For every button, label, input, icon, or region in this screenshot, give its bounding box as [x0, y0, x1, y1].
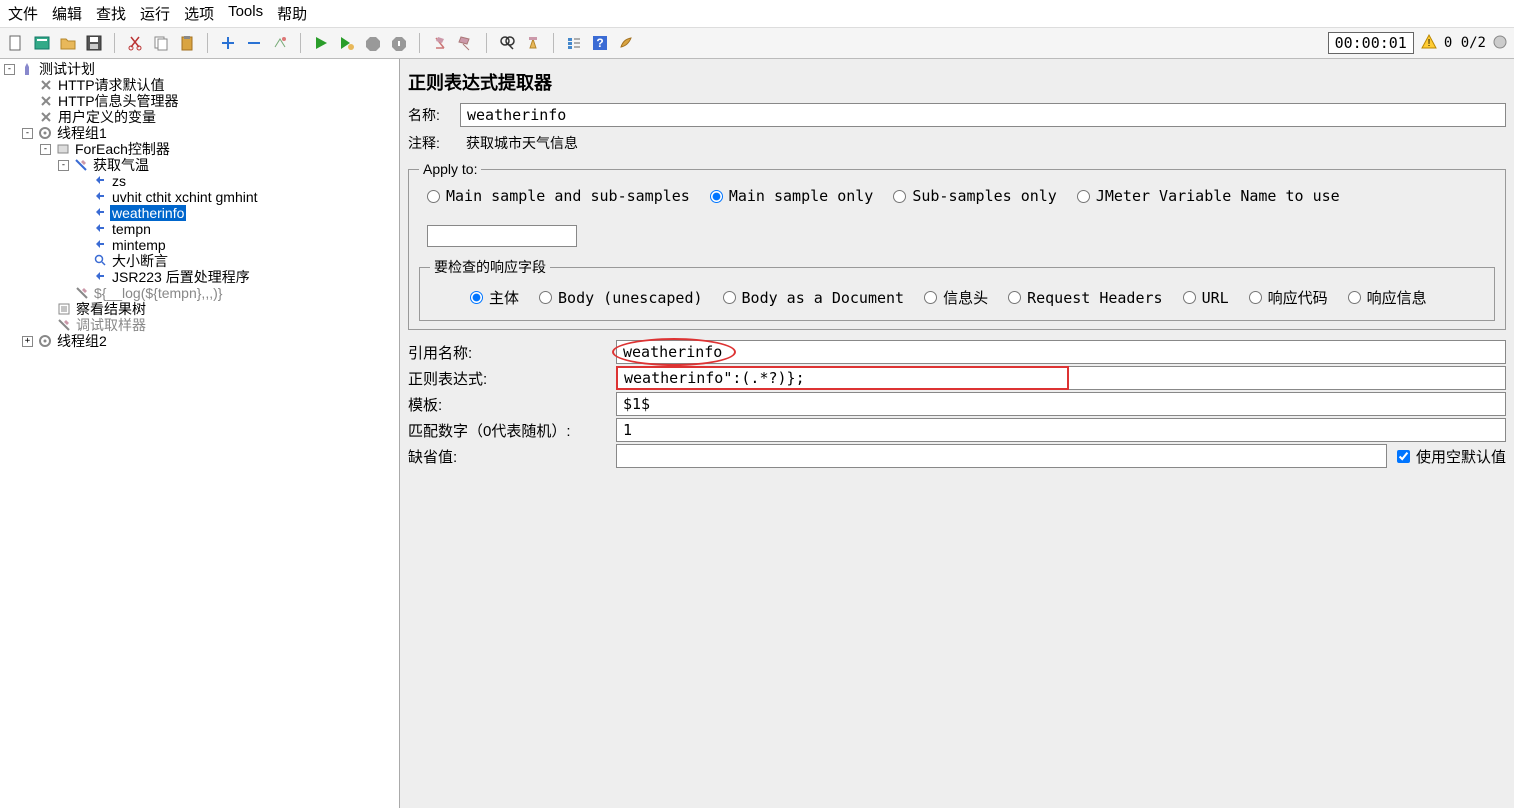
panel-title: 正则表达式提取器	[408, 69, 1506, 95]
copy-icon[interactable]	[151, 33, 171, 53]
template-input[interactable]	[616, 392, 1506, 416]
running-indicator-icon	[1492, 34, 1508, 53]
tree-test-plan[interactable]: 测试计划	[37, 61, 97, 77]
save-icon[interactable]	[84, 33, 104, 53]
clear-all-icon[interactable]	[456, 33, 476, 53]
shutdown-icon[interactable]	[389, 33, 409, 53]
tree-jsr223[interactable]: JSR223 后置处理程序	[110, 269, 252, 285]
menu-tools[interactable]: Tools	[228, 3, 263, 24]
template-label: 模板:	[408, 394, 616, 415]
tree-log-expr[interactable]: ${__log(${tempn},,,)}	[92, 285, 224, 301]
response-field-legend: 要检查的响应字段	[430, 257, 550, 277]
paste-icon[interactable]	[177, 33, 197, 53]
elapsed-timer: 00:00:01	[1328, 32, 1414, 54]
field-body-document[interactable]: Body as a Document	[723, 289, 905, 307]
search-icon[interactable]	[497, 33, 517, 53]
menu-run[interactable]: 运行	[140, 3, 170, 24]
match-no-input[interactable]	[616, 418, 1506, 442]
apply-to-fieldset: Apply to: Main sample and sub-samples Ma…	[408, 161, 1506, 330]
regex-extractor-panel: 正则表达式提取器 名称: 注释: 获取城市天气信息 Apply to: Main…	[400, 59, 1514, 808]
expand-icon[interactable]	[218, 33, 238, 53]
new-file-icon[interactable]	[6, 33, 26, 53]
tree-http-header-mgr[interactable]: HTTP信息头管理器	[56, 93, 181, 109]
tree-weatherinfo[interactable]: weatherinfo	[110, 205, 186, 221]
collapse-toggle[interactable]: -	[40, 144, 51, 155]
match-no-label: 匹配数字（0代表随机）:	[408, 420, 616, 441]
menu-file[interactable]: 文件	[8, 3, 38, 24]
start-icon[interactable]	[311, 33, 331, 53]
collapse-toggle[interactable]: -	[4, 64, 15, 75]
jmeter-var-name-input[interactable]	[427, 225, 577, 247]
menu-help[interactable]: 帮助	[277, 3, 307, 24]
svg-text:!: !	[1427, 38, 1430, 49]
field-body[interactable]: 主体	[470, 287, 519, 308]
field-headers[interactable]: 信息头	[924, 287, 988, 308]
regex-input[interactable]	[616, 366, 1069, 390]
help-icon[interactable]: ?	[590, 33, 610, 53]
menu-search[interactable]: 查找	[96, 3, 126, 24]
regex-label: 正则表达式:	[408, 368, 616, 389]
collapse-toggle[interactable]: -	[58, 160, 69, 171]
toolbar: ? 00:00:01 ! 0 0/2	[0, 27, 1514, 59]
response-field-fieldset: 要检查的响应字段 主体 Body (unescaped) Body as a D…	[419, 257, 1495, 321]
clear-icon[interactable]	[430, 33, 450, 53]
tree-thread-group-2[interactable]: 线程组2	[55, 333, 109, 349]
apply-main-only[interactable]: Main sample only	[710, 187, 874, 205]
expand-toggle[interactable]: +	[22, 336, 33, 347]
jmeter-icon[interactable]	[616, 33, 636, 53]
menu-options[interactable]: 选项	[184, 3, 214, 24]
ref-name-label: 引用名称:	[408, 342, 616, 363]
tree-foreach[interactable]: ForEach控制器	[73, 141, 172, 157]
name-label: 名称:	[408, 105, 460, 125]
apply-jmeter-var[interactable]: JMeter Variable Name to use	[1077, 187, 1340, 205]
menu-edit[interactable]: 编辑	[52, 3, 82, 24]
field-body-unescaped[interactable]: Body (unescaped)	[539, 289, 703, 307]
tree-mintemp[interactable]: mintemp	[110, 237, 168, 253]
tree-user-vars[interactable]: 用户定义的变量	[56, 109, 158, 125]
open-icon[interactable]	[58, 33, 78, 53]
toggle-icon[interactable]	[270, 33, 290, 53]
field-request-headers[interactable]: Request Headers	[1008, 289, 1162, 307]
start-no-timers-icon[interactable]	[337, 33, 357, 53]
apply-sub-only[interactable]: Sub-samples only	[893, 187, 1057, 205]
comment-label: 注释:	[408, 133, 460, 153]
reset-search-icon[interactable]	[523, 33, 543, 53]
tree-debug-sampler[interactable]: 调试取样器	[74, 317, 148, 333]
tree-uvhit[interactable]: uvhit cthit xchint gmhint	[110, 189, 260, 205]
tree-tempn[interactable]: tempn	[110, 221, 153, 237]
default-value-input[interactable]	[616, 444, 1387, 468]
test-plan-tree[interactable]: -测试计划 HTTP请求默认值 HTTP信息头管理器 用户定义的变量 -线程组1…	[0, 59, 400, 808]
function-helper-icon[interactable]	[564, 33, 584, 53]
tree-zs[interactable]: zs	[110, 173, 128, 189]
comment-value[interactable]: 获取城市天气信息	[460, 131, 1506, 155]
tree-http-defaults[interactable]: HTTP请求默认值	[56, 77, 167, 93]
stop-icon[interactable]	[363, 33, 383, 53]
use-empty-default-checkbox[interactable]	[1397, 450, 1410, 463]
cut-icon[interactable]	[125, 33, 145, 53]
tree-get-temp[interactable]: 获取气温	[91, 157, 151, 173]
warning-icon[interactable]: !	[1420, 33, 1438, 54]
field-response-msg[interactable]: 响应信息	[1348, 287, 1427, 308]
svg-text:?: ?	[596, 36, 603, 50]
menubar: 文件 编辑 查找 运行 选项 Tools 帮助	[0, 0, 1514, 27]
name-input[interactable]	[460, 103, 1506, 127]
ref-name-input[interactable]	[616, 340, 1506, 364]
default-value-label: 缺省值:	[408, 446, 616, 467]
field-response-code[interactable]: 响应代码	[1249, 287, 1328, 308]
field-url[interactable]: URL	[1183, 289, 1229, 307]
use-empty-default-label: 使用空默认值	[1416, 446, 1506, 467]
thread-counts: 0 0/2	[1444, 35, 1486, 51]
tree-size-assertion[interactable]: 大小断言	[110, 253, 170, 269]
tree-thread-group-1[interactable]: 线程组1	[55, 125, 109, 141]
templates-icon[interactable]	[32, 33, 52, 53]
collapse-icon[interactable]	[244, 33, 264, 53]
apply-main-and-sub[interactable]: Main sample and sub-samples	[427, 187, 690, 205]
collapse-toggle[interactable]: -	[22, 128, 33, 139]
tree-view-results[interactable]: 察看结果树	[74, 301, 148, 317]
apply-to-legend: Apply to:	[419, 161, 481, 177]
